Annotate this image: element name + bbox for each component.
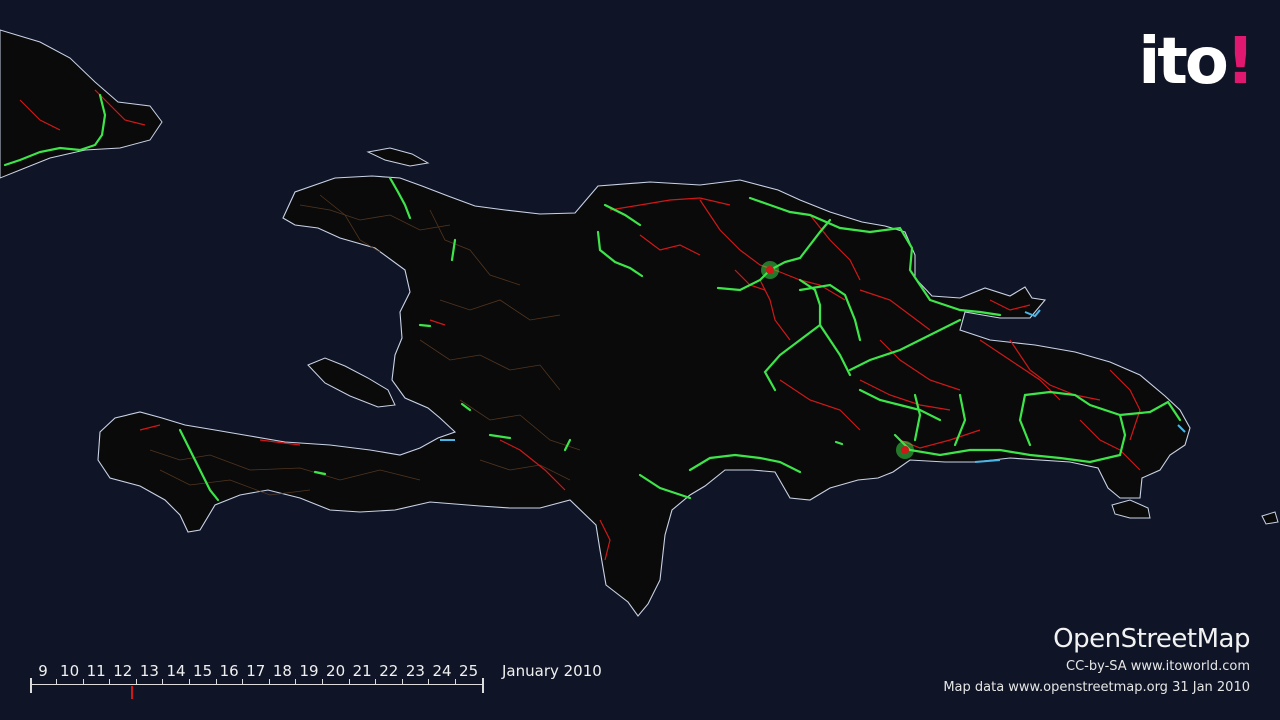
logo-mark: !: [1225, 25, 1255, 99]
timeline-tick: [56, 679, 57, 684]
timeline-tick: [268, 679, 270, 684]
credits-source: Map data www.openstreetmap.org 31 Jan 20…: [943, 680, 1250, 695]
timeline-day-label: 12: [113, 662, 133, 680]
timeline-day-label: 19: [299, 662, 319, 680]
timeline-tick: [189, 679, 190, 684]
timeline-tick: [215, 679, 217, 684]
credits-title: OpenStreetMap: [1053, 624, 1250, 654]
timeline-day-label: 10: [60, 662, 80, 680]
timeline-day-label: 16: [219, 662, 239, 680]
timeline-axis: [30, 684, 484, 685]
timeline-tick: [295, 679, 297, 684]
timeline-tick: [242, 679, 244, 684]
hispaniola-map: [0, 29, 1279, 617]
timeline-tick: [481, 679, 483, 684]
credits-license: CC-by-SA www.itoworld.com: [1066, 659, 1250, 674]
timeline-day-label: 20: [326, 662, 346, 680]
timeline-tick: [82, 679, 84, 684]
timeline-day-label: 18: [272, 662, 292, 680]
hispaniola-landmass: [97, 175, 1191, 617]
timeline-current-marker: [130, 686, 133, 699]
timeline-start-cap: [30, 678, 32, 693]
saona-island: [1111, 499, 1151, 519]
ito-logo: ito!: [1138, 30, 1255, 94]
logo-text: ito: [1138, 25, 1228, 99]
timeline-day-label: 22: [379, 662, 399, 680]
credits-block: OpenStreetMap CC-by-SA www.itoworld.com …: [943, 622, 1250, 698]
timeline-tick: [401, 679, 403, 684]
timeline-tick: [135, 679, 137, 684]
timeline-tick: [322, 679, 323, 684]
timeline-day-label: 13: [139, 662, 159, 680]
timeline-day-label: 23: [405, 662, 425, 680]
timeline-tick: [162, 679, 164, 684]
gonave-island: [307, 357, 396, 408]
timeline-day-label: 14: [166, 662, 186, 680]
islet-east: [1261, 511, 1279, 525]
timeline-day-label: 9: [38, 662, 48, 680]
timeline-day-label: 15: [193, 662, 213, 680]
timeline-day-label: 24: [432, 662, 452, 680]
timeline-month-label: January 2010: [502, 662, 602, 680]
timeline-tick: [455, 679, 456, 684]
timeline: 9 10 11 12 13 14 15 16 17 18 19 20 21 22 23 24 25 Januar…: [30, 660, 602, 700]
timeline-tick: [375, 679, 377, 684]
tortuga-island: [366, 147, 430, 167]
timeline-day-label: 25: [459, 662, 479, 680]
timeline-tick: [428, 679, 430, 684]
timeline-tick: [348, 679, 350, 684]
timeline-day-label: 17: [246, 662, 266, 680]
timeline-tick: [109, 679, 111, 684]
timeline-day-label: 21: [352, 662, 372, 680]
timeline-day-label: 11: [86, 662, 106, 680]
